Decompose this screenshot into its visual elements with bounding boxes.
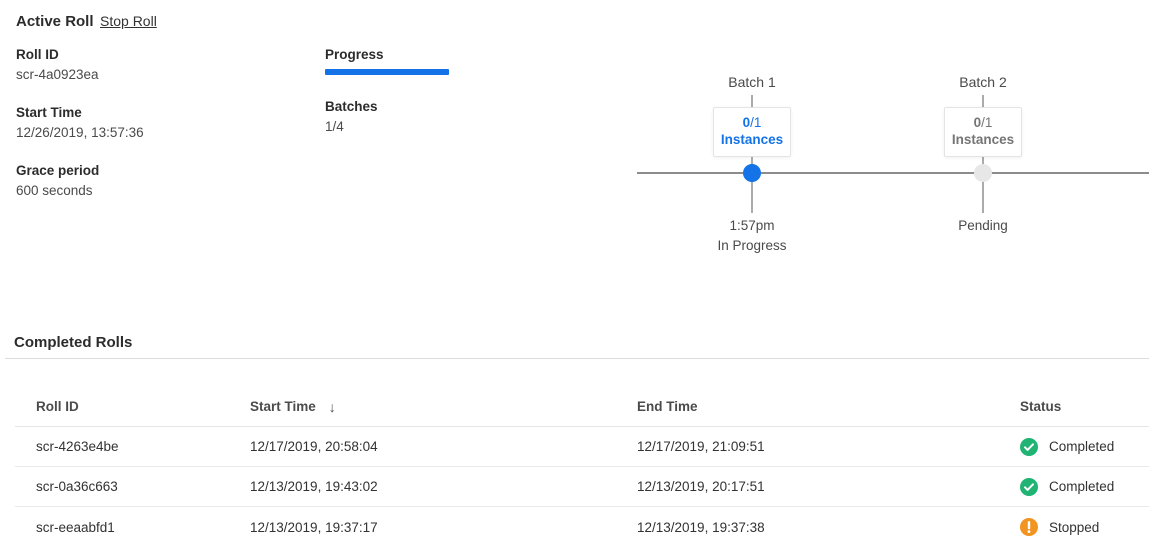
completed-rolls-title: Completed Rolls — [14, 334, 132, 351]
batch-2-count-total: /1 — [981, 115, 992, 130]
rollout-page: Active Roll Stop Roll Roll ID scr-4a0923… — [0, 0, 1149, 545]
column-header-end-time[interactable]: End Time — [637, 399, 1020, 414]
table-row[interactable]: scr-4263e4be 12/17/2019, 20:58:04 12/17/… — [15, 427, 1149, 467]
batch-1-timeline-dot — [743, 164, 761, 182]
table-header-row: Roll ID Start Time ↓ End Time Status — [15, 387, 1149, 427]
exclamation-circle-icon — [1020, 518, 1038, 536]
cell-status: Stopped — [1020, 518, 1149, 536]
cell-roll-id: scr-eeaabfd1 — [36, 520, 250, 535]
section-divider — [5, 358, 1149, 359]
status-badge: Completed — [1049, 439, 1114, 454]
batch-1-instances-label: Instances — [718, 131, 786, 148]
column-header-status[interactable]: Status — [1020, 399, 1149, 414]
table-row[interactable]: scr-0a36c663 12/13/2019, 19:43:02 12/13/… — [15, 467, 1149, 507]
cell-end-time: 12/13/2019, 20:17:51 — [637, 479, 1020, 494]
start-time-header-label: Start Time — [250, 399, 316, 414]
batch-2-instances-card[interactable]: 0/1 Instances — [944, 107, 1022, 157]
cell-start-time: 12/13/2019, 19:37:17 — [250, 520, 637, 535]
batch-1-count-done: 0 — [743, 115, 751, 130]
status-badge: Stopped — [1049, 520, 1099, 535]
table-row[interactable]: scr-eeaabfd1 12/13/2019, 19:37:17 12/13/… — [15, 507, 1149, 547]
batch-2-instances-label: Instances — [949, 131, 1017, 148]
cell-status: Completed — [1020, 478, 1149, 496]
batch-1-time: 1:57pm — [682, 218, 822, 233]
batch-2-count-done: 0 — [974, 115, 982, 130]
timeline-batch-1: Batch 1 0/1 Instances 1:57pm In Progress — [682, 74, 822, 157]
batch-2-time: Pending — [913, 218, 1053, 233]
batch-timeline: Batch 1 0/1 Instances 1:57pm In Progress… — [0, 0, 1149, 300]
check-circle-icon — [1020, 438, 1038, 456]
cell-start-time: 12/17/2019, 20:58:04 — [250, 439, 637, 454]
status-badge: Completed — [1049, 479, 1114, 494]
check-circle-icon — [1020, 478, 1038, 496]
cell-status: Completed — [1020, 438, 1149, 456]
batch-2-name: Batch 2 — [913, 74, 1053, 90]
batch-1-instances-card[interactable]: 0/1 Instances — [713, 107, 791, 157]
column-header-roll-id[interactable]: Roll ID — [36, 399, 250, 414]
sort-descending-icon: ↓ — [329, 399, 336, 415]
cell-start-time: 12/13/2019, 19:43:02 — [250, 479, 637, 494]
cell-roll-id: scr-4263e4be — [36, 439, 250, 454]
cell-end-time: 12/13/2019, 19:37:38 — [637, 520, 1020, 535]
completed-rolls-table: Roll ID Start Time ↓ End Time Status scr… — [15, 387, 1149, 547]
batch-1-status: In Progress — [682, 238, 822, 253]
cell-roll-id: scr-0a36c663 — [36, 479, 250, 494]
batch-1-instance-count: 0/1 — [718, 115, 786, 131]
batch-2-instance-count: 0/1 — [949, 115, 1017, 131]
batch-1-name: Batch 1 — [682, 74, 822, 90]
batch-2-timeline-dot — [974, 164, 992, 182]
cell-end-time: 12/17/2019, 21:09:51 — [637, 439, 1020, 454]
timeline-axis — [637, 172, 1149, 174]
batch-1-count-total: /1 — [750, 115, 761, 130]
timeline-batch-2: Batch 2 0/1 Instances Pending — [913, 74, 1053, 157]
column-header-start-time[interactable]: Start Time ↓ — [250, 399, 637, 415]
